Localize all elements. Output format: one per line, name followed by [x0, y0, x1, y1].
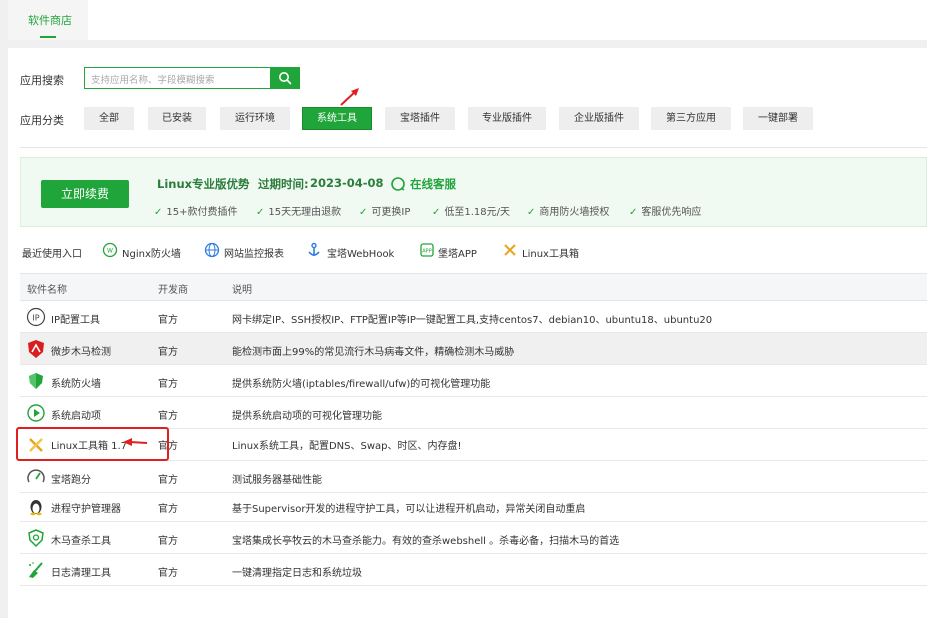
top-bar [8, 0, 927, 40]
weibu-icon [28, 340, 44, 358]
customer-service-icon [391, 177, 405, 191]
column-header-name: 软件名称 [27, 285, 67, 296]
search-icon [279, 72, 292, 85]
software-name[interactable]: 宝塔跑分 [51, 471, 91, 486]
software-name[interactable]: IP配置工具 [51, 311, 100, 326]
search-label: 应用搜索 [20, 74, 64, 87]
software-name[interactable]: 系统防火墙 [51, 375, 101, 390]
description: Linux系统工具，配置DNS、Swap、时区、内存盘! [232, 441, 462, 452]
tab-underline [40, 36, 56, 38]
category-label: 应用分类 [20, 114, 64, 127]
toolbox-icon [504, 244, 516, 256]
category-third-party[interactable]: 第三方应用 [651, 107, 731, 130]
description: 测试服务器基础性能 [232, 475, 322, 486]
recent-item-linux-toolbox[interactable]: Linux工具箱 [522, 245, 579, 260]
annotation-arrow-icon [123, 438, 148, 446]
software-name[interactable]: 日志清理工具 [51, 564, 111, 579]
category-pro-plugins[interactable]: 专业版插件 [468, 107, 546, 130]
recent-item-nginx-waf[interactable]: Nginx防火墙 [122, 245, 181, 260]
description: 能检测市面上99%的常见流行木马病毒文件，精确检测木马威胁 [232, 347, 515, 358]
category-installed[interactable]: 已安装 [148, 107, 206, 130]
expire-date: 2023-04-08 [310, 176, 384, 190]
recent-label: 最近使用入口 [22, 249, 82, 260]
category-system-tools[interactable]: 系统工具 [302, 107, 372, 130]
tab-label: 软件商店 [28, 14, 72, 27]
app-icon: APP [420, 243, 434, 257]
category-enterprise-plugins[interactable]: 企业版插件 [559, 107, 639, 130]
linux-penguin-icon [30, 500, 42, 516]
table-row[interactable] [20, 461, 927, 493]
broom-icon [29, 562, 43, 578]
table-row[interactable] [20, 554, 927, 586]
play-circle-icon [27, 404, 45, 422]
recent-item-site-monitor[interactable]: 网站监控报表 [224, 245, 284, 260]
description: 网卡绑定IP、SSH授权IP、FTP配置IP等IP一键配置工具,支持centos… [232, 315, 713, 326]
software-name[interactable]: 系统启动项 [51, 407, 101, 422]
svg-text:IP: IP [32, 314, 39, 323]
svg-text:W: W [107, 248, 113, 255]
divider [20, 147, 927, 148]
software-name[interactable]: 微步木马检测 [51, 343, 111, 358]
developer: 官方 [158, 379, 178, 390]
recent-item-bt-app[interactable]: 堡塔APP [438, 245, 477, 260]
developer: 官方 [158, 568, 178, 579]
description: 提供系统启动项的可视化管理功能 [232, 411, 382, 422]
category-bt-plugins[interactable]: 宝塔插件 [385, 107, 455, 130]
feature-item: ✓ 低至1.18元/天 [432, 207, 511, 218]
gauge-icon [27, 469, 45, 483]
category-runtime[interactable]: 运行环境 [220, 107, 290, 130]
expire-label: 过期时间: [258, 177, 309, 191]
feature-item: ✓ 可更换IP [359, 207, 411, 218]
column-header-description: 说明 [232, 285, 252, 296]
description: 基于Supervisor开发的进程守护工具，可以让进程开机启动，异常关闭自动重启 [232, 504, 586, 515]
column-header-developer: 开发商 [158, 285, 188, 296]
table-row[interactable] [20, 397, 927, 429]
feature-item: ✓ 商用防火墙授权 [527, 207, 610, 218]
developer: 官方 [158, 536, 178, 547]
feature-item: ✓ 15天无理由退款 [256, 207, 342, 218]
feature-item: ✓ 客服优先响应 [629, 207, 702, 218]
online-service-link[interactable]: 在线客服 [410, 176, 456, 192]
tab-software-store[interactable]: 软件商店 [8, 0, 88, 40]
globe-icon [204, 242, 220, 258]
description: 宝塔集成长亭牧云的木马查杀能力。有效的查杀webshell 。杀毒必备，扫描木马… [232, 536, 620, 547]
promo-title: Linux专业版优势 [157, 177, 250, 191]
feature-item: ✓ 15+款付费插件 [154, 207, 238, 218]
scan-shield-icon [28, 529, 44, 548]
developer: 官方 [158, 411, 178, 422]
table-header [20, 273, 927, 301]
firewall-shield-icon [29, 373, 43, 389]
software-name[interactable]: 木马查杀工具 [51, 532, 111, 547]
nginx-waf-icon: W [102, 242, 118, 258]
category-one-click-deploy[interactable]: 一键部署 [743, 107, 813, 130]
developer: 官方 [158, 347, 178, 358]
ip-icon: IP [26, 307, 46, 327]
renew-button[interactable]: 立即续费 [41, 180, 129, 208]
category-all[interactable]: 全部 [84, 107, 134, 130]
anchor-icon [308, 242, 320, 256]
description: 提供系统防火墙(iptables/firewall/ufw)的可视化管理功能 [232, 379, 491, 390]
search-button[interactable] [270, 67, 300, 89]
software-name[interactable]: 进程守护管理器 [51, 500, 121, 515]
search-input[interactable]: 支持应用名称、字段模糊搜索 [84, 67, 270, 89]
description: 一键清理指定日志和系统垃圾 [232, 568, 362, 579]
developer: 官方 [158, 504, 178, 515]
annotation-arrow-icon [340, 88, 359, 106]
recent-item-webhook[interactable]: 宝塔WebHook [327, 245, 394, 260]
developer: 官方 [158, 475, 178, 486]
svg-text:APP: APP [422, 249, 431, 255]
developer: 官方 [158, 315, 178, 326]
